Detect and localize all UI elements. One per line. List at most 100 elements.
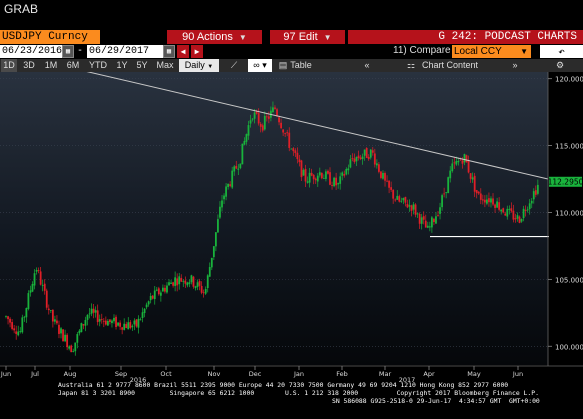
candle-body <box>520 218 523 222</box>
candle-body <box>80 323 83 333</box>
period-5y-button[interactable]: 5Y <box>134 59 150 72</box>
candle-body <box>375 163 378 166</box>
y-tick-label: 105.000 <box>555 276 583 284</box>
candle-body <box>231 170 234 188</box>
candle-body <box>104 320 107 325</box>
candle-body <box>119 322 122 327</box>
candle-body <box>210 257 213 268</box>
candle-body <box>227 183 230 187</box>
period-1d-button[interactable]: 1D <box>1 59 17 72</box>
period-ytd-button[interactable]: YTD <box>86 59 110 72</box>
collapse-right-icon[interactable]: » <box>508 59 522 72</box>
start-date-input[interactable]: 06/23/2016 <box>0 45 62 58</box>
candle-body <box>483 199 486 203</box>
end-date-input[interactable]: 06/29/2017 <box>87 45 163 58</box>
candle-body <box>475 190 478 194</box>
candle-body <box>437 214 439 216</box>
candle-body <box>384 173 386 181</box>
back-arrow-icon[interactable]: ↶ <box>540 45 583 58</box>
candle-body <box>386 180 388 182</box>
frequency-select[interactable]: Daily ▼ <box>179 59 219 72</box>
candle-body <box>280 122 282 129</box>
candle-body <box>131 325 134 328</box>
period-max-button[interactable]: Max <box>154 59 176 72</box>
candle-body <box>365 147 368 158</box>
candle-body <box>92 308 95 313</box>
plot-background <box>0 72 548 365</box>
candle-body <box>11 322 14 329</box>
candle-body <box>488 198 490 203</box>
candle-body <box>500 209 503 212</box>
candle-body <box>176 278 179 286</box>
compare-select[interactable]: Local CCY ▼ <box>452 45 531 58</box>
compare-value: Local CCY <box>454 46 502 57</box>
candle-body <box>526 209 529 211</box>
collapse-left-icon[interactable]: « <box>359 59 375 72</box>
ticker-input[interactable]: USDJPY Curncy <box>0 30 100 44</box>
candle-body <box>508 208 511 210</box>
period-1y-button[interactable]: 1Y <box>114 59 130 72</box>
candle-body <box>528 203 531 210</box>
candle-body <box>412 204 415 210</box>
candle-body <box>188 282 191 284</box>
candle-body <box>320 172 323 179</box>
candle-body <box>29 290 32 293</box>
x-tick-label: Oct <box>160 370 172 378</box>
candle-body <box>296 152 299 160</box>
last-price-label: 112.2950 <box>548 177 583 186</box>
edit-menu-button[interactable]: 97 Edit ▼ <box>270 30 345 44</box>
candle-body <box>274 107 276 109</box>
candle-body <box>441 195 443 208</box>
candle-body <box>343 174 346 176</box>
candle-body <box>47 308 50 311</box>
candle-body <box>247 125 250 136</box>
table-button[interactable]: Table <box>288 59 314 72</box>
candle-body <box>221 200 223 208</box>
candle-body <box>357 155 360 158</box>
period-3d-button[interactable]: 3D <box>20 59 38 72</box>
candle-body <box>371 150 374 153</box>
line-chart-icon[interactable]: ⟋ <box>226 59 242 72</box>
candle-body <box>202 292 205 294</box>
candle-body <box>45 290 48 308</box>
period-1m-button[interactable]: 1M <box>42 59 60 72</box>
candle-body <box>341 172 344 176</box>
period-6m-button[interactable]: 6M <box>64 59 82 72</box>
scroll-right-icon[interactable]: ▶ <box>191 45 203 58</box>
candle-body <box>76 334 79 343</box>
compare-label: 11) Compare <box>393 45 451 56</box>
candle-body <box>390 187 393 190</box>
candle-body <box>5 316 7 317</box>
x-tick-label: Aug <box>64 370 77 378</box>
candle-body <box>182 280 185 282</box>
y-tick-label: 100.000 <box>555 343 583 351</box>
price-chart[interactable]: 100.000 105.000 110.000 115.000 120.000 Jun J… <box>0 72 583 419</box>
chart-content-icon[interactable]: ⚏ <box>404 59 418 72</box>
candle-body <box>196 282 199 287</box>
candle-body <box>329 172 331 185</box>
candle-body <box>496 201 498 208</box>
candle-body <box>157 288 160 295</box>
actions-menu-button[interactable]: 90 Actions ▼ <box>167 30 262 44</box>
candle-body <box>143 308 146 314</box>
x-tick-label: Mar <box>379 370 392 378</box>
candle-body <box>410 205 413 211</box>
y-tick-label: 110.000 <box>555 209 583 217</box>
dropdown-arrow-icon: ▼ <box>520 47 528 56</box>
calendar-icon[interactable]: ▦ <box>163 45 175 58</box>
compare-overlay-icon[interactable]: ∞ ▾ <box>248 59 272 72</box>
candle-body <box>504 213 507 216</box>
calendar-icon[interactable]: ▦ <box>62 45 74 58</box>
candle-body <box>25 308 28 318</box>
candle-body <box>406 203 409 208</box>
settings-gear-icon[interactable]: ⚙ <box>553 59 567 72</box>
x-tick-label: Jul <box>30 370 39 378</box>
scroll-left-icon[interactable]: ◀ <box>177 45 189 58</box>
footer-line-2: Japan 81 3 3201 8900 Singapore 65 6212 1… <box>58 389 539 397</box>
table-icon[interactable]: ▤ <box>278 59 288 72</box>
last-price-marker: 112.2950 <box>548 176 583 187</box>
candle-body <box>102 320 105 322</box>
chart-content-button[interactable]: Chart Content <box>420 59 480 72</box>
candle-body <box>286 132 289 134</box>
candle-body <box>106 320 109 326</box>
